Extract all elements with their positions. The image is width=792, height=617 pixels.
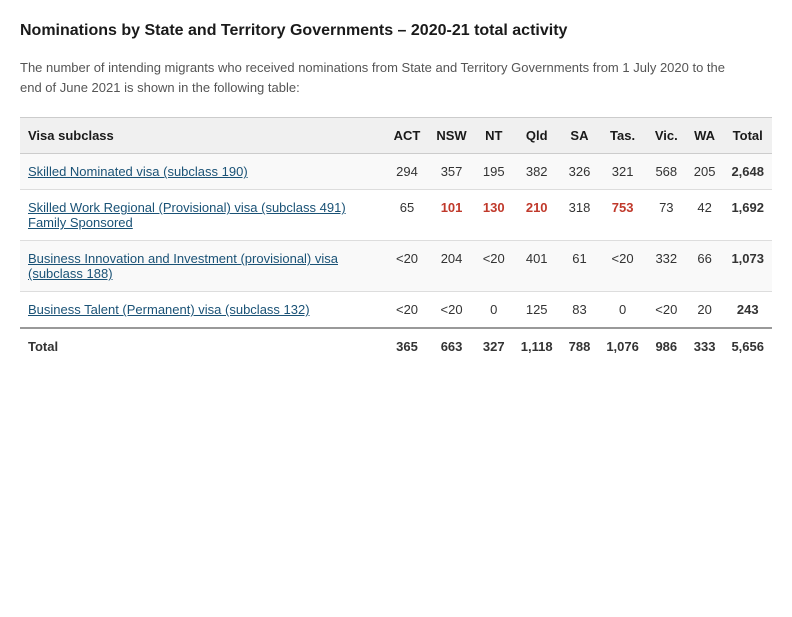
total-total: 5,656 bbox=[723, 328, 772, 364]
cell-vic: 73 bbox=[647, 190, 686, 241]
cell-vic: 568 bbox=[647, 154, 686, 190]
table-row: Business Innovation and Investment (prov… bbox=[20, 241, 772, 292]
cell-visa: Skilled Nominated visa (subclass 190) bbox=[20, 154, 386, 190]
table-header-row: Visa subclass ACT NSW NT Qld SA Tas. Vic… bbox=[20, 118, 772, 154]
col-header-act: ACT bbox=[386, 118, 429, 154]
cell-visa: Business Innovation and Investment (prov… bbox=[20, 241, 386, 292]
col-header-nt: NT bbox=[475, 118, 513, 154]
visa-link[interactable]: Business Innovation and Investment (prov… bbox=[28, 251, 338, 281]
total-tas: 1,076 bbox=[598, 328, 647, 364]
cell-nt: 130 bbox=[475, 190, 513, 241]
cell-act: 294 bbox=[386, 154, 429, 190]
cell-tas: 321 bbox=[598, 154, 647, 190]
col-header-vic: Vic. bbox=[647, 118, 686, 154]
col-header-nsw: NSW bbox=[428, 118, 474, 154]
page-container: Nominations by State and Territory Gover… bbox=[20, 20, 772, 364]
cell-wa: 42 bbox=[686, 190, 724, 241]
col-header-sa: SA bbox=[561, 118, 599, 154]
total-nt: 327 bbox=[475, 328, 513, 364]
cell-visa: Business Talent (Permanent) visa (subcla… bbox=[20, 292, 386, 329]
table-row: Skilled Nominated visa (subclass 190) 294… bbox=[20, 154, 772, 190]
total-nsw: 663 bbox=[428, 328, 474, 364]
cell-total: 2,648 bbox=[723, 154, 772, 190]
cell-nt: 195 bbox=[475, 154, 513, 190]
visa-link[interactable]: Skilled Nominated visa (subclass 190) bbox=[28, 164, 248, 179]
page-description: The number of intending migrants who rec… bbox=[20, 58, 740, 97]
cell-tas: <20 bbox=[598, 241, 647, 292]
col-header-qld: Qld bbox=[513, 118, 561, 154]
cell-vic: 332 bbox=[647, 241, 686, 292]
cell-tas: 0 bbox=[598, 292, 647, 329]
cell-qld: 401 bbox=[513, 241, 561, 292]
cell-visa: Skilled Work Regional (Provisional) visa… bbox=[20, 190, 386, 241]
total-act: 365 bbox=[386, 328, 429, 364]
total-label: Total bbox=[20, 328, 386, 364]
col-header-visa: Visa subclass bbox=[20, 118, 386, 154]
page-title: Nominations by State and Territory Gover… bbox=[20, 20, 772, 42]
cell-sa: 326 bbox=[561, 154, 599, 190]
cell-nsw: <20 bbox=[428, 292, 474, 329]
cell-qld: 210 bbox=[513, 190, 561, 241]
cell-sa: 61 bbox=[561, 241, 599, 292]
cell-act: <20 bbox=[386, 292, 429, 329]
cell-qld: 382 bbox=[513, 154, 561, 190]
cell-act: 65 bbox=[386, 190, 429, 241]
col-header-tas: Tas. bbox=[598, 118, 647, 154]
cell-nsw: 101 bbox=[428, 190, 474, 241]
cell-wa: 66 bbox=[686, 241, 724, 292]
cell-nt: 0 bbox=[475, 292, 513, 329]
col-header-wa: WA bbox=[686, 118, 724, 154]
cell-total: 1,692 bbox=[723, 190, 772, 241]
total-sa: 788 bbox=[561, 328, 599, 364]
cell-vic: <20 bbox=[647, 292, 686, 329]
cell-qld: 125 bbox=[513, 292, 561, 329]
visa-link[interactable]: Business Talent (Permanent) visa (subcla… bbox=[28, 302, 310, 317]
cell-wa: 205 bbox=[686, 154, 724, 190]
cell-sa: 318 bbox=[561, 190, 599, 241]
cell-sa: 83 bbox=[561, 292, 599, 329]
total-vic: 986 bbox=[647, 328, 686, 364]
cell-total: 1,073 bbox=[723, 241, 772, 292]
table-total-row: Total3656633271,1187881,0769863335,656 bbox=[20, 328, 772, 364]
cell-act: <20 bbox=[386, 241, 429, 292]
visa-link[interactable]: Skilled Work Regional (Provisional) visa… bbox=[28, 200, 346, 230]
cell-nsw: 357 bbox=[428, 154, 474, 190]
cell-tas: 753 bbox=[598, 190, 647, 241]
total-qld: 1,118 bbox=[513, 328, 561, 364]
col-header-total: Total bbox=[723, 118, 772, 154]
cell-wa: 20 bbox=[686, 292, 724, 329]
table-row: Business Talent (Permanent) visa (subcla… bbox=[20, 292, 772, 329]
cell-nsw: 204 bbox=[428, 241, 474, 292]
total-wa: 333 bbox=[686, 328, 724, 364]
cell-total: 243 bbox=[723, 292, 772, 329]
table-row: Skilled Work Regional (Provisional) visa… bbox=[20, 190, 772, 241]
cell-nt: <20 bbox=[475, 241, 513, 292]
nominations-table: Visa subclass ACT NSW NT Qld SA Tas. Vic… bbox=[20, 117, 772, 364]
